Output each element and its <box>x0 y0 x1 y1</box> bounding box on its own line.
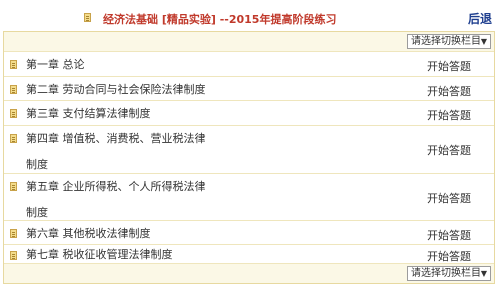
chapter-name: 第二章 劳动合同与社会保险法律制度 <box>26 83 206 96</box>
start-answer-link[interactable]: 开始答题 <box>427 248 471 264</box>
chapter-row: 第一章 总论 开始答题 <box>4 52 494 77</box>
start-answer-link[interactable]: 开始答题 <box>427 58 471 74</box>
document-icon <box>10 109 17 118</box>
start-answer-link[interactable]: 开始答题 <box>427 142 471 158</box>
start-answer-link[interactable]: 开始答题 <box>427 227 471 243</box>
chapter-name: 第一章 总论 <box>26 58 85 71</box>
document-icon <box>10 182 17 191</box>
document-icon <box>10 85 17 94</box>
chapter-row: 第三章 支付结算法律制度 开始答题 <box>4 101 494 126</box>
section-switch-select[interactable]: 请选择切换栏目 ▼ <box>407 34 491 49</box>
top-toolbar: 请选择切换栏目 ▼ <box>4 32 494 52</box>
chapter-panel: 请选择切换栏目 ▼ 第一章 总论 开始答题 第二章 劳动合同与社会保险法律制度 … <box>3 31 495 284</box>
chapter-name: 第三章 支付结算法律制度 <box>26 107 151 120</box>
document-icon <box>10 134 17 143</box>
page-header: 经济法基础 [精品实验] --2015年提高阶段练习 后退 <box>0 0 500 32</box>
start-answer-link[interactable]: 开始答题 <box>427 83 471 99</box>
bottom-toolbar: 请选择切换栏目 ▼ <box>4 263 494 283</box>
chapter-name: 第四章 增值税、消费税、营业税法律制度 <box>26 132 206 171</box>
section-switch-select[interactable]: 请选择切换栏目 ▼ <box>407 266 491 281</box>
chapter-row: 第二章 劳动合同与社会保险法律制度 开始答题 <box>4 77 494 101</box>
back-link[interactable]: 后退 <box>468 10 492 27</box>
start-answer-link[interactable]: 开始答题 <box>427 107 471 123</box>
chapter-row: 第七章 税收征收管理法律制度 开始答题 <box>4 245 494 264</box>
section-switch-label: 请选择切换栏目 <box>411 36 481 47</box>
start-answer-link[interactable]: 开始答题 <box>427 190 471 206</box>
document-icon <box>10 251 17 260</box>
chapter-row: 第五章 企业所得税、个人所得税法律制度 开始答题 <box>4 174 494 221</box>
chevron-down-icon: ▼ <box>480 269 487 278</box>
document-icon <box>84 13 91 22</box>
page-title: 经济法基础 [精品实验] --2015年提高阶段练习 <box>103 13 337 26</box>
section-switch-label: 请选择切换栏目 <box>411 268 481 279</box>
document-icon <box>10 60 17 69</box>
chapter-name: 第五章 企业所得税、个人所得税法律制度 <box>26 180 206 219</box>
document-icon <box>10 229 17 238</box>
chevron-down-icon: ▼ <box>480 37 487 46</box>
chapter-row: 第四章 增值税、消费税、营业税法律制度 开始答题 <box>4 126 494 174</box>
